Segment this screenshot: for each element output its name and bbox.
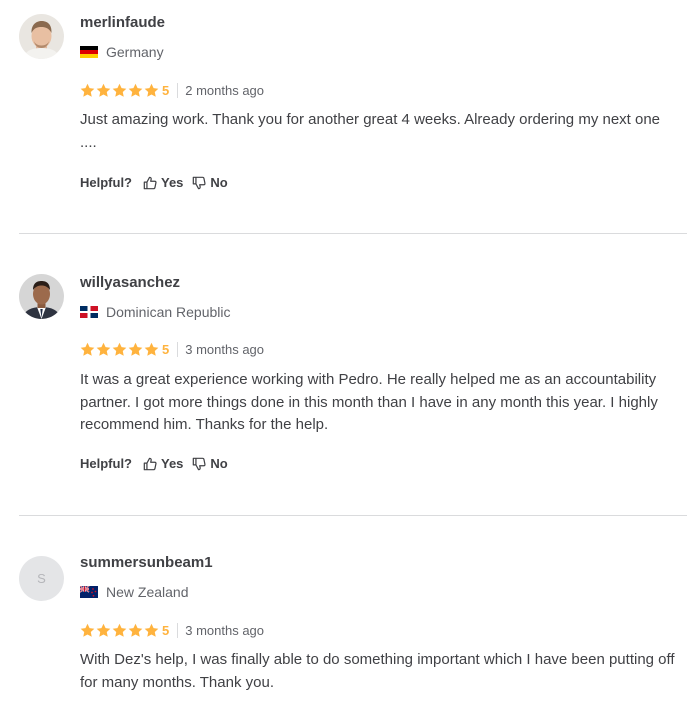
- helpful-no-button[interactable]: No: [192, 456, 228, 471]
- helpful-row: Helpful? Yes No: [80, 175, 237, 190]
- thumbs-up-icon: [143, 457, 157, 471]
- review-text: It was a great experience working with P…: [80, 371, 658, 433]
- separator: [177, 341, 179, 357]
- country-name: New Zealand: [106, 584, 189, 600]
- reviewer-username[interactable]: willyasanchez: [80, 274, 180, 291]
- thumbs-down-icon: [192, 176, 206, 190]
- avatar[interactable]: S: [19, 556, 64, 601]
- thumbs-up-icon: [143, 176, 157, 190]
- germany-flag-icon: [80, 46, 98, 58]
- helpful-yes-button[interactable]: Yes: [143, 456, 183, 471]
- star-rating: [80, 83, 160, 98]
- rating-score: 5: [162, 622, 170, 638]
- helpful-yes-button[interactable]: Yes: [143, 175, 183, 190]
- review-text: With Dez's help, I was finally able to d…: [80, 651, 675, 691]
- star-icon: [128, 83, 143, 98]
- star-icon: [96, 623, 111, 638]
- rating-row: 5 2 months ago: [80, 82, 264, 98]
- star-icon: [80, 623, 95, 638]
- star-rating: [80, 342, 160, 357]
- yes-label: Yes: [161, 175, 184, 190]
- helpful-label: Helpful?: [80, 175, 132, 190]
- rating-row: 5 3 months ago: [80, 341, 264, 357]
- reviewer-country: New Zealand: [80, 584, 189, 600]
- yes-label: Yes: [161, 456, 184, 471]
- star-icon: [128, 623, 143, 638]
- review-item: S summersunbeam1 New Zealand 5 3 months …: [0, 516, 692, 707]
- no-label: No: [210, 175, 228, 190]
- country-name: Germany: [106, 44, 164, 60]
- review-item: merlinfaude Germany 5 2 months ago Just …: [0, 0, 692, 234]
- review-date: 3 months ago: [185, 622, 265, 638]
- separator: [177, 622, 179, 638]
- avatar[interactable]: [19, 274, 64, 319]
- reviewer-username[interactable]: summersunbeam1: [80, 554, 213, 571]
- reviewer-username[interactable]: merlinfaude: [80, 14, 165, 31]
- star-icon: [96, 83, 111, 98]
- star-icon: [128, 342, 143, 357]
- star-icon: [80, 83, 95, 98]
- reviewer-country: Germany: [80, 44, 164, 60]
- country-name: Dominican Republic: [106, 304, 231, 320]
- no-label: No: [210, 456, 228, 471]
- review-text: Just amazing work. Thank you for another…: [80, 111, 661, 151]
- helpful-row: Helpful? Yes No: [80, 456, 237, 471]
- star-icon: [96, 342, 111, 357]
- star-icon: [112, 83, 127, 98]
- review-date: 2 months ago: [185, 82, 265, 98]
- helpful-label: Helpful?: [80, 456, 132, 471]
- star-icon: [112, 342, 127, 357]
- star-icon: [144, 83, 159, 98]
- avatar[interactable]: [19, 14, 64, 59]
- separator: [177, 82, 179, 98]
- star-icon: [144, 623, 159, 638]
- star-icon: [80, 342, 95, 357]
- review-date: 3 months ago: [185, 341, 265, 357]
- star-icon: [112, 623, 127, 638]
- helpful-no-button[interactable]: No: [192, 175, 228, 190]
- review-item: willyasanchez Dominican Republic 5 3 mon…: [0, 234, 692, 516]
- star-rating: [80, 623, 160, 638]
- star-icon: [144, 342, 159, 357]
- rating-score: 5: [162, 341, 170, 357]
- dominican-republic-flag-icon: [80, 306, 98, 318]
- rating-score: 5: [162, 82, 170, 98]
- rating-row: 5 3 months ago: [80, 622, 264, 638]
- reviewer-country: Dominican Republic: [80, 304, 231, 320]
- thumbs-down-icon: [192, 457, 206, 471]
- new-zealand-flag-icon: [80, 586, 98, 598]
